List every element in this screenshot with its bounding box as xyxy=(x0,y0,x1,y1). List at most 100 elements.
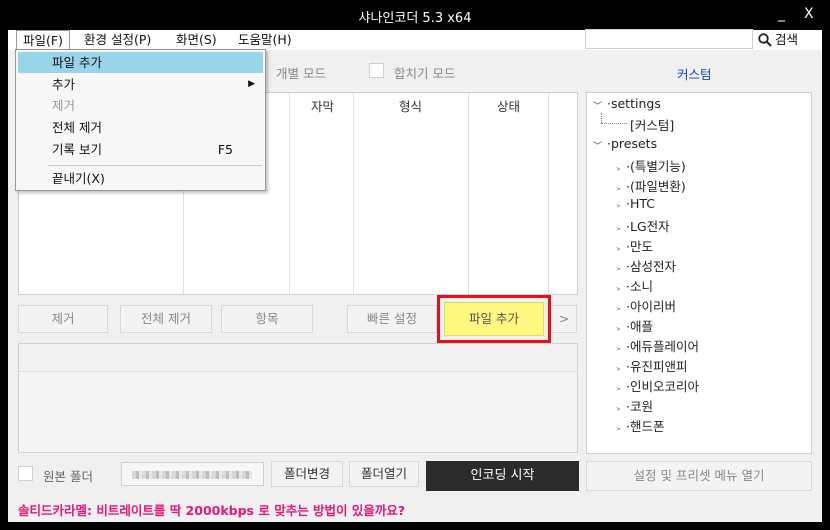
minimize-button[interactable]: _ xyxy=(778,6,785,22)
remove-all-button[interactable]: 전체 제거 xyxy=(120,305,212,333)
tree-node-preset-label: 아이리버 xyxy=(630,299,677,314)
column-divider xyxy=(353,93,354,294)
column-header-subtitle[interactable]: 자막 xyxy=(311,96,334,115)
chevron-right-icon[interactable]: ﹥ xyxy=(614,264,623,274)
chevron-right-icon[interactable]: ﹥ xyxy=(614,364,623,374)
settings-menu-button[interactable]: 설정 및 프리셋 메뉴 열기 xyxy=(586,461,812,491)
tree-node-preset-label: 에듀플레이어 xyxy=(630,339,700,354)
search-icon xyxy=(758,33,772,47)
more-button[interactable]: > xyxy=(551,305,577,333)
tree-node-preset[interactable]: ﹥ ·(파일변환) xyxy=(614,176,686,195)
tree-node-preset-label: 소니 xyxy=(630,279,654,294)
tree-node-preset[interactable]: ﹥ ·만도 xyxy=(614,236,653,255)
tree-node-preset-label: (파일변환) xyxy=(630,179,686,194)
chevron-right-icon[interactable]: ﹥ xyxy=(614,184,623,194)
log-header xyxy=(19,344,577,372)
tree-node-preset-label: (특별기능) xyxy=(630,159,686,174)
tree-node-preset-label: 코원 xyxy=(630,399,654,414)
custom-link[interactable]: 커스텀 xyxy=(677,64,712,83)
change-folder-button[interactable]: 폴더변경 xyxy=(271,461,343,487)
item-button[interactable]: 항목 xyxy=(221,305,313,333)
search-input[interactable] xyxy=(585,29,753,49)
tree-node-preset[interactable]: ﹥ ·인비오코리아 xyxy=(614,376,699,395)
menu-view[interactable]: 화면(S) xyxy=(170,30,223,50)
start-encoding-button[interactable]: 인코딩 시작 xyxy=(426,461,579,491)
app-window: 샤나인코더 5.3 x64 _ X 파일(F) 환경 설정(P) 화면(S) 도… xyxy=(0,0,830,530)
chevron-right-icon[interactable]: ﹥ xyxy=(614,164,623,174)
original-folder-label[interactable]: 원본 폴더 xyxy=(43,466,93,485)
tree-node-preset[interactable]: ﹥ ·유진피앤피 xyxy=(614,356,688,375)
status-message[interactable]: 솔티드카라멜: 비트레이트를 딱 2000kbps 로 맞추는 방법이 있을까요… xyxy=(18,500,405,519)
chevron-right-icon[interactable]: ﹥ xyxy=(614,244,623,254)
column-divider xyxy=(548,93,549,294)
close-button[interactable]: X xyxy=(804,6,814,22)
output-folder-path[interactable] xyxy=(121,462,264,486)
tree-node-presets-label: presets xyxy=(610,136,658,151)
menu-item-history[interactable]: 기록 보기 F5 xyxy=(18,139,263,160)
tree-node-preset-label: 유진피앤피 xyxy=(630,359,688,374)
window-title: 샤나인코더 5.3 x64 xyxy=(358,11,472,26)
title-bar: 샤나인코더 5.3 x64 _ X xyxy=(0,0,830,30)
tree-node-preset-label: 만도 xyxy=(630,239,654,254)
tree-node-preset[interactable]: ﹥ ·코원 xyxy=(614,396,653,415)
tree-node-preset[interactable]: ﹥ ·핸드폰 xyxy=(614,416,665,435)
chevron-down-icon[interactable]: ﹀ xyxy=(593,99,602,112)
original-folder-checkbox[interactable] xyxy=(18,466,33,481)
column-divider xyxy=(468,93,469,294)
chevron-right-icon[interactable]: ﹥ xyxy=(614,424,623,434)
merge-mode-label[interactable]: 합치기 모드 xyxy=(394,63,455,82)
chevron-right-icon[interactable]: ﹥ xyxy=(614,304,623,314)
tree-node-settings[interactable]: ·settings xyxy=(607,96,661,111)
file-menu-dropdown: 파일 추가 추가 ▶ 제거 전체 제거 기록 보기 F5 끝내기(X) xyxy=(15,49,266,191)
chevron-right-icon[interactable]: ﹥ xyxy=(614,201,623,211)
chevron-right-icon[interactable]: ﹥ xyxy=(614,324,623,334)
tree-node-preset[interactable]: ﹥ ·HTC xyxy=(614,196,655,211)
menu-item-add[interactable]: 추가 ▶ xyxy=(18,74,263,95)
column-header-format[interactable]: 형식 xyxy=(399,96,422,115)
preset-tree[interactable]: ﹀ ·settings [커스텀] ﹀ ·presets ﹥ ·(특별기능) ﹥ ·(… xyxy=(586,92,812,454)
tree-node-settings-label: settings xyxy=(610,96,661,111)
redacted-path xyxy=(132,471,252,479)
menu-item-add-file[interactable]: 파일 추가 xyxy=(18,52,263,73)
tree-node-preset-label: 애플 xyxy=(630,319,654,334)
tree-node-custom[interactable]: [커스텀] xyxy=(630,115,674,134)
tree-connector xyxy=(601,113,602,123)
chevron-right-icon[interactable]: ﹥ xyxy=(614,284,623,294)
tree-node-preset[interactable]: ﹥ ·아이리버 xyxy=(614,296,676,315)
tree-node-preset[interactable]: ﹥ ·LG전자 xyxy=(614,216,670,235)
search-button-label: 검색 xyxy=(775,32,799,47)
tree-node-preset[interactable]: ﹥ ·에듀플레이어 xyxy=(614,336,699,355)
chevron-right-icon[interactable]: ﹥ xyxy=(614,404,623,414)
tree-node-preset[interactable]: ﹥ ·애플 xyxy=(614,316,653,335)
menu-separator xyxy=(48,165,262,166)
menu-item-exit[interactable]: 끝내기(X) xyxy=(18,168,263,189)
remove-button[interactable]: 제거 xyxy=(18,305,108,333)
menu-item-remove[interactable]: 제거 xyxy=(18,95,263,116)
chevron-down-icon[interactable]: ﹀ xyxy=(593,139,602,152)
tree-node-preset-label: 인비오코리아 xyxy=(630,379,700,394)
menu-file[interactable]: 파일(F) xyxy=(16,30,70,50)
add-file-button[interactable]: 파일 추가 xyxy=(444,302,544,336)
individual-mode-label[interactable]: 개별 모드 xyxy=(276,63,326,82)
log-area xyxy=(18,343,578,453)
tree-node-preset[interactable]: ﹥ ·(특별기능) xyxy=(614,156,686,175)
column-header-status[interactable]: 상태 xyxy=(497,96,520,115)
open-folder-button[interactable]: 폴더열기 xyxy=(349,461,419,487)
tree-node-preset[interactable]: ﹥ ·삼성전자 xyxy=(614,256,676,275)
chevron-right-icon[interactable]: ﹥ xyxy=(614,384,623,394)
menu-item-remove-all[interactable]: 전체 제거 xyxy=(18,117,263,138)
tree-connector xyxy=(601,123,627,124)
tree-node-presets[interactable]: ·presets xyxy=(607,136,657,151)
chevron-right-icon[interactable]: ﹥ xyxy=(614,224,623,234)
menu-item-history-label: 기록 보기 xyxy=(52,142,102,157)
search-button[interactable]: 검색 xyxy=(758,30,798,50)
tree-node-preset[interactable]: ﹥ ·소니 xyxy=(614,276,653,295)
menu-help[interactable]: 도움말(H) xyxy=(232,30,298,50)
tree-node-preset-label: 삼성전자 xyxy=(630,259,677,274)
tree-node-preset-label: HTC xyxy=(630,196,656,211)
chevron-right-icon[interactable]: ﹥ xyxy=(614,344,623,354)
quick-setup-button[interactable]: 빠른 설정 xyxy=(347,305,437,333)
menu-preferences[interactable]: 환경 설정(P) xyxy=(78,30,157,50)
merge-mode-checkbox[interactable] xyxy=(369,63,384,78)
history-shortcut: F5 xyxy=(217,142,233,157)
